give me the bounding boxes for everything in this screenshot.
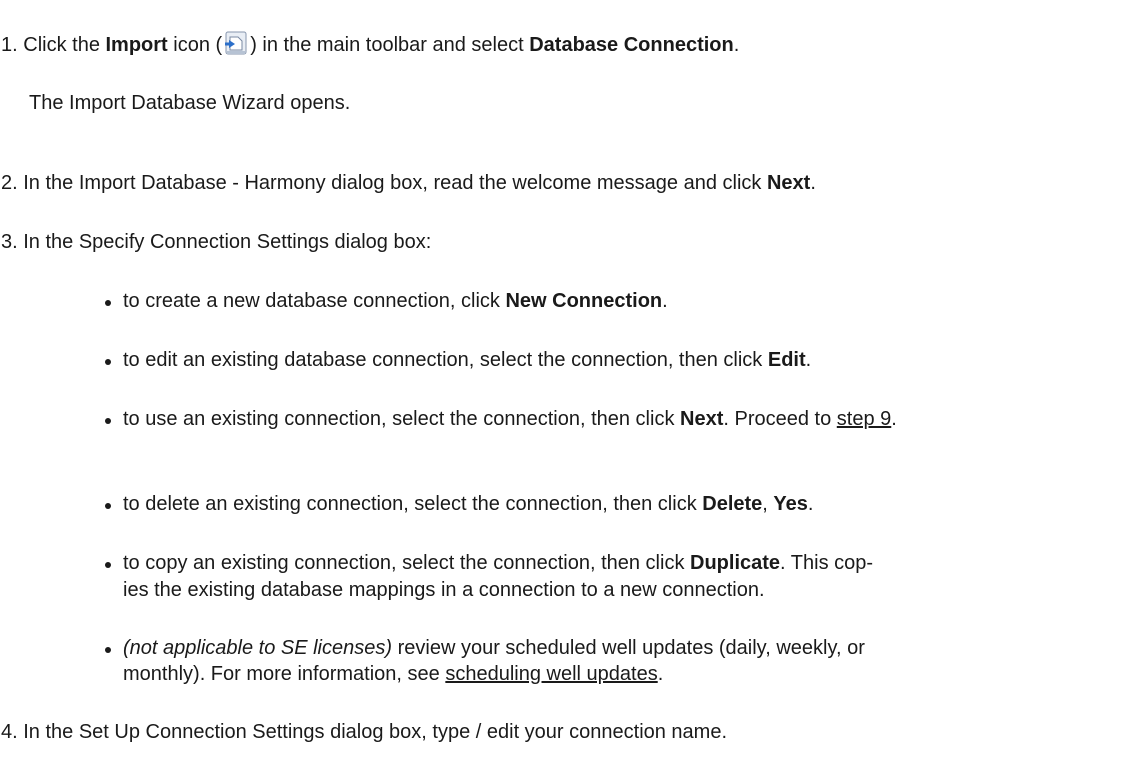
bullet-icon [105, 647, 111, 653]
yes-label: Yes [773, 493, 808, 515]
next-label: Next [680, 408, 724, 430]
step-1: 1. Click the Import icon ( ) in the main… [1, 30, 739, 58]
import-label: Import [105, 34, 168, 56]
item-text: , [762, 493, 774, 515]
step-text: . [733, 34, 740, 56]
item-text: to create a new database connection, cli… [123, 290, 506, 312]
bullet-icon [105, 503, 111, 509]
item-text: . Proceed to [723, 408, 837, 430]
step-text: In the Specify Connection Settings dialo… [23, 231, 432, 253]
scheduling-well-updates-link[interactable]: scheduling well updates [445, 663, 657, 685]
step-text: Click the [23, 34, 106, 56]
list-item: to use an existing connection, select th… [123, 406, 1043, 432]
list-item: to create a new database connection, cli… [123, 288, 668, 314]
list-item: to copy an existing connection, select t… [123, 550, 873, 576]
item-text: . [805, 349, 812, 371]
step-2: 2. In the Import Database - Harmony dial… [1, 170, 816, 196]
step-3: 3. In the Specify Connection Settings di… [1, 229, 431, 255]
item-text: monthly). For more information, see [123, 663, 446, 685]
step-number: 1. [1, 34, 18, 56]
edit-label: Edit [767, 349, 806, 371]
step-number: 3. [1, 231, 18, 253]
item-text: . [662, 290, 668, 312]
duplicate-label: Duplicate [690, 552, 781, 574]
item-text: . This cop- [780, 552, 874, 574]
item-text: to copy an existing connection, select t… [123, 552, 691, 574]
step-1-note: The Import Database Wizard opens. [29, 92, 351, 114]
database-connection-label: Database Connection [529, 34, 734, 56]
step-text: icon ( [167, 34, 223, 56]
step-text: In the Set Up Connection Settings dialog… [23, 721, 728, 743]
item-text: to edit an existing database connection,… [123, 349, 768, 371]
delete-label: Delete [702, 493, 763, 515]
list-item: (not applicable to SE licenses) review y… [123, 635, 865, 661]
bullet-icon [105, 418, 111, 424]
item-text: to delete an existing connection, select… [123, 493, 703, 515]
item-text: . [657, 663, 664, 685]
bullet-icon [105, 359, 111, 365]
list-item: to delete an existing connection, select… [123, 491, 813, 517]
import-icon [223, 30, 249, 56]
license-note: (not applicable to SE licenses) [123, 637, 393, 659]
list-item-continuation: monthly). For more information, see sche… [123, 661, 663, 687]
item-text: to use an existing connection, select th… [123, 408, 681, 430]
step-number: 4. [1, 721, 18, 743]
step-number: 2. [1, 172, 18, 194]
bullet-icon [105, 300, 111, 306]
list-item: to edit an existing database connection,… [123, 347, 811, 373]
step-9-link[interactable]: step 9 [837, 408, 891, 430]
item-text: . [807, 493, 814, 515]
step-text: ) in the main toolbar and select [250, 34, 530, 56]
item-text: review your scheduled well updates (dail… [392, 637, 865, 659]
step-text: In the Import Database - Harmony dialog … [23, 172, 767, 194]
step-4: 4. In the Set Up Connection Settings dia… [1, 719, 727, 745]
step-text: . [810, 172, 816, 194]
help-document: 1. Click the Import icon ( ) in the main… [0, 0, 1121, 767]
item-text: . [891, 408, 897, 430]
bullet-icon [105, 562, 111, 568]
list-item-continuation: ies the existing database mappings in a … [123, 579, 765, 601]
new-connection-label: New Connection [505, 290, 663, 312]
next-label: Next [766, 172, 811, 194]
